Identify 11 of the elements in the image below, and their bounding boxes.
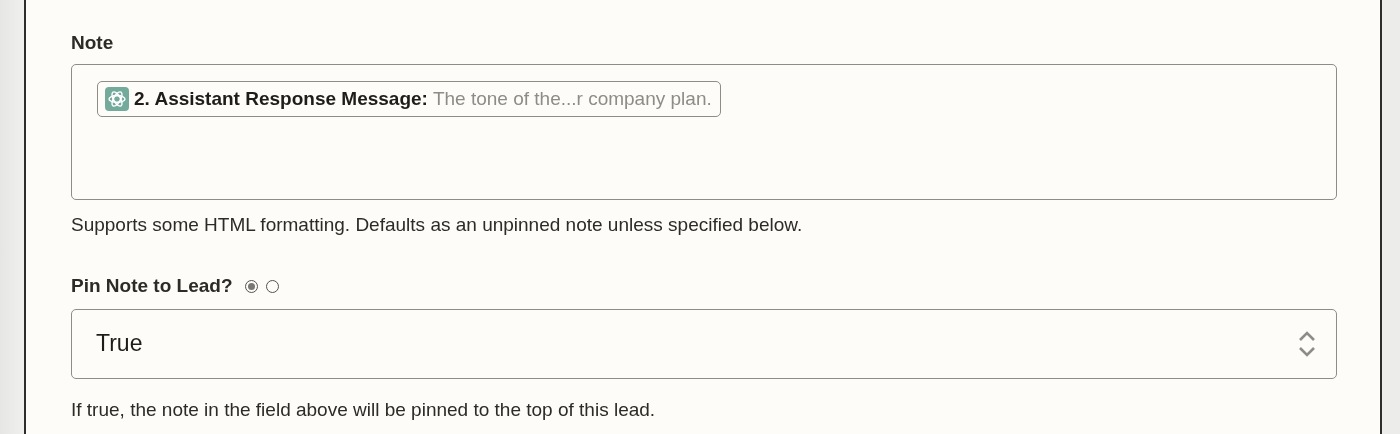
field-label: Note — [71, 31, 115, 55]
note-input[interactable]: 2. Assistant Response Message: The tone of the...r company plan. — [71, 64, 1337, 200]
help-text: Supports some HTML formatting. Defaults as an unpinned note unless specified below. — [71, 213, 804, 237]
select-field[interactable]: True — [71, 308, 1337, 379]
field-label: Pin Note to Lead? — [71, 274, 233, 299]
mapped-field-token[interactable]: 2. Assistant Response Message: The tone of the...r company plan. — [97, 81, 721, 117]
chevron-up-down-icon — [1298, 329, 1316, 358]
token-preview: The tone of the...r company plan. — [432, 86, 712, 111]
token-step: 2. Assistant Response Message: — [134, 84, 428, 114]
knot-logo-icon — [105, 87, 129, 111]
help-text: If true, the note in the field above will be pinned to the top of this lead. — [71, 397, 657, 422]
